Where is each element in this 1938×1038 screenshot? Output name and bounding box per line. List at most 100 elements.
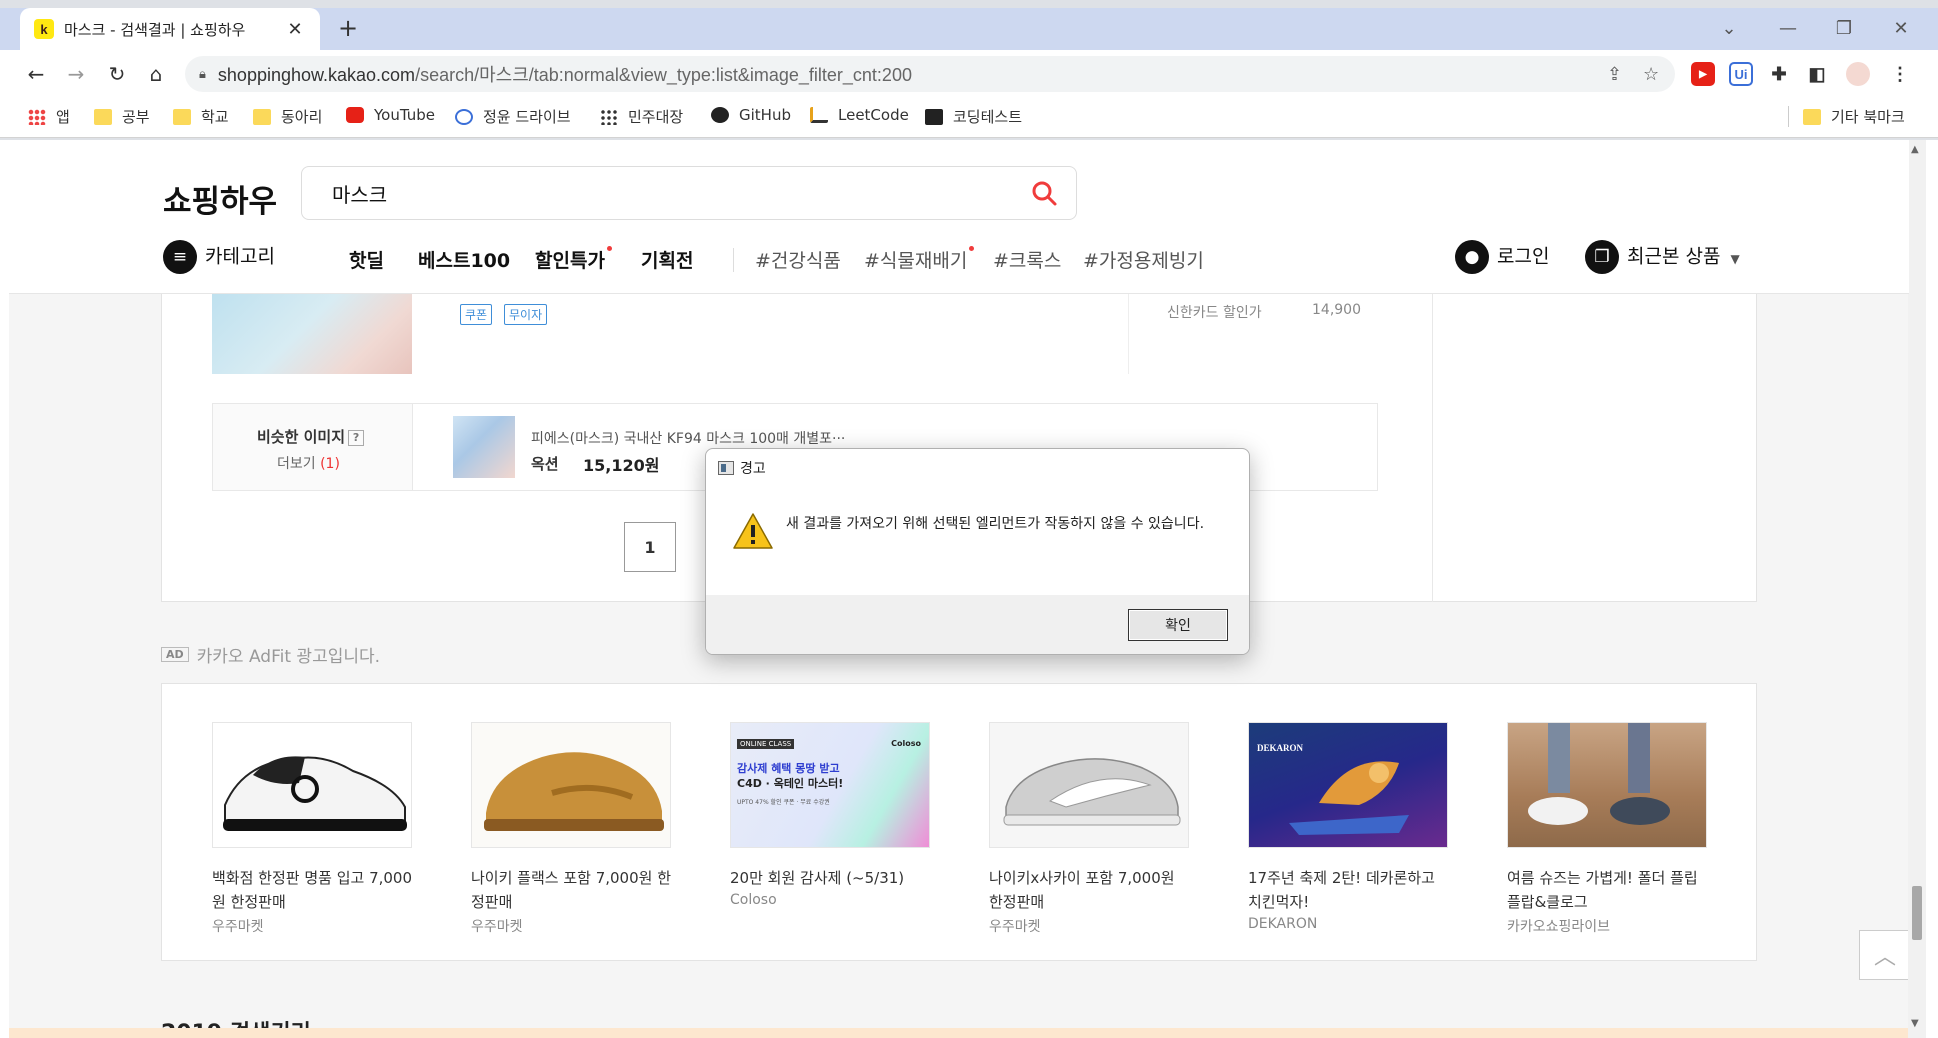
nav-category[interactable]: ≡ 카테고리 [163, 240, 275, 274]
bookmark-label: 민주대장 [628, 108, 684, 126]
nav-tag-crocs[interactable]: #크록스 [993, 246, 1061, 273]
main-nav: ≡ 카테고리 핫딜 베스트100 할인특가 기획전 #건강식품 #식물재배기 #크… [163, 238, 1763, 282]
card-discount-label: 신한카드 할인가 [1167, 305, 1262, 321]
more-label: 더보기 [277, 456, 316, 472]
tab-close-icon[interactable]: ✕ [284, 19, 306, 40]
ad-coloso-badge: ONLINE CLASS [737, 739, 795, 749]
recent-products-button[interactable]: ❐ 최근본 상품 ▼ [1585, 240, 1740, 274]
column-divider [1128, 294, 1129, 374]
ui-extension-icon[interactable]: Ui [1729, 62, 1753, 86]
youtube-extension-icon[interactable]: ▶ [1691, 62, 1715, 86]
ad-item[interactable]: 백화점 한정판 명품 입고 7,000원 한정판매 우주마켓 [212, 722, 412, 936]
folder-icon [253, 108, 271, 125]
url-text: shoppinghow.kakao.com/search/마스크/tab:nor… [218, 61, 912, 87]
similar-images-title: 비슷한 이미지? [257, 426, 365, 447]
share-icon[interactable]: ⇪ [1607, 64, 1622, 85]
nav-special[interactable]: 기획전 [641, 246, 693, 273]
browser-window: k 마스크 - 검색결과 | 쇼핑하우 ✕ + ⌄ — ❐ ✕ ← → ↻ ⌂ … [0, 0, 1938, 1038]
chevron-up-icon: ︿ [1873, 945, 1896, 970]
scroll-top-button[interactable]: ︿ [1859, 930, 1909, 980]
help-icon[interactable]: ? [348, 429, 365, 446]
nav-tag-plant[interactable]: #식물재배기 [864, 246, 975, 273]
ad-item[interactable]: ONLINE CLASS 감사제 혜택 몽땅 받고 C4D · 옥테인 마스터!… [730, 722, 930, 908]
ad-title: 17주년 축제 2탄! 데카론하고 치킨먹자! [1248, 869, 1435, 911]
bookmark-drive[interactable]: 정윤 드라이브 [455, 106, 571, 127]
similar-product-name[interactable]: 피에스(마스크) 국내산 KF94 마스크 100매 개별포··· [531, 428, 845, 448]
bookmark-study[interactable]: 공부 [94, 106, 150, 127]
similar-more-link[interactable]: 더보기 (1) [277, 453, 340, 473]
bookmark-other[interactable]: 기타 북마크 [1788, 106, 1905, 127]
close-window-icon[interactable]: ✕ [1886, 18, 1916, 39]
nav-best100[interactable]: 베스트100 [418, 246, 510, 273]
nav-tag-ice[interactable]: #가정용제빙기 [1083, 246, 1204, 273]
home-icon[interactable]: ⌂ [142, 62, 170, 86]
bookmark-apps[interactable]: 앱 [28, 106, 70, 127]
forward-icon[interactable]: → [62, 62, 90, 86]
tab-search-icon[interactable]: ⌄ [1714, 18, 1744, 39]
youtube-icon [346, 107, 364, 123]
bookmark-github[interactable]: GitHub [711, 106, 791, 124]
bookmark-school[interactable]: 학교 [173, 106, 229, 127]
page-scrollbar[interactable]: ▲ ▼ [1908, 140, 1926, 1038]
nav-tag-plant-label: #식물재배기 [864, 250, 968, 272]
new-tab-button[interactable]: + [333, 14, 363, 42]
bookmark-label: 코딩테스트 [953, 108, 1023, 126]
back-icon[interactable]: ← [22, 62, 50, 86]
site-logo[interactable]: 쇼핑하우 [163, 176, 277, 221]
dialog-message: 새 결과를 가져오기 위해 선택된 엘리먼트가 작동하지 않을 수 있습니다. [786, 516, 1205, 532]
new-dot [606, 246, 612, 251]
ad-coloso-headline-2: C4D · 옥테인 마스터! [737, 777, 844, 790]
reload-icon[interactable]: ↻ [103, 62, 131, 86]
page-1[interactable]: 1 [624, 522, 676, 572]
dots-icon [600, 108, 618, 125]
browser-chrome: k 마스크 - 검색결과 | 쇼핑하우 ✕ + ⌄ — ❐ ✕ ← → ↻ ⌂ … [0, 0, 1938, 140]
similar-product-thumbnail[interactable] [453, 416, 515, 478]
ad-tag: AD [161, 647, 189, 662]
scroll-up-icon[interactable]: ▲ [1911, 144, 1919, 155]
bookmark-minju[interactable]: 민주대장 [600, 106, 683, 127]
url-path: /search/마스크/tab:normal&view_type:list&im… [415, 65, 912, 85]
right-column-divider [1432, 294, 1433, 602]
bookmark-codingtest[interactable]: 코딩테스트 [925, 106, 1022, 127]
nav-hotdeal[interactable]: 핫딜 [349, 246, 384, 273]
profile-avatar-icon[interactable] [1846, 62, 1870, 86]
login-label: 로그인 [1497, 245, 1550, 268]
bookmark-club[interactable]: 동아리 [253, 106, 322, 127]
ad-coloso-headline-1: 감사제 혜택 몽땅 받고 [737, 762, 840, 775]
scroll-down-icon[interactable]: ▼ [1911, 1018, 1919, 1029]
alert-dialog: 경고 새 결과를 가져오기 위해 선택된 엘리먼트가 작동하지 않을 수 있습니… [705, 448, 1250, 655]
restore-icon[interactable]: ❐ [1829, 18, 1859, 39]
url-host: shoppinghow.kakao.com [217, 65, 416, 85]
bookmark-youtube[interactable]: YouTube [346, 106, 435, 124]
coupon-badge: 쿠폰 [460, 304, 493, 325]
nav-tag-health[interactable]: #건강식품 [755, 246, 841, 273]
bottom-band [9, 1028, 1909, 1038]
scrollbar-thumb[interactable] [1912, 886, 1922, 940]
minimize-icon[interactable]: — [1773, 18, 1803, 39]
product-image[interactable] [212, 294, 412, 374]
search-icon[interactable] [1030, 179, 1058, 207]
extensions-puzzle-icon[interactable]: ✚ [1767, 62, 1791, 86]
star-icon[interactable]: ☆ [1643, 64, 1659, 85]
nav-sale[interactable]: 할인특가 [535, 246, 612, 273]
sneaker-illustration [223, 756, 407, 831]
recent-icon: ❐ [1585, 240, 1619, 274]
menu-kebab-icon[interactable]: ⋮ [1888, 62, 1912, 86]
dialog-body: 새 결과를 가져오기 위해 선택된 엘리먼트가 작동하지 않을 수 있습니다. [706, 487, 1249, 595]
ad-coloso-sub: UPTO 47% 할인 쿠폰 · 무료 수강권 [737, 799, 830, 806]
address-bar[interactable]: 🔒︎ shoppinghow.kakao.com/search/마스크/tab:… [185, 56, 1675, 92]
lock-icon[interactable]: 🔒︎ [199, 67, 206, 82]
ad-brand: 우주마켓 [989, 919, 1041, 935]
tab-active[interactable]: k 마스크 - 검색결과 | 쇼핑하우 ✕ [20, 8, 320, 50]
ad-item[interactable]: 여름 슈즈는 가볍게! 폴더 플립플랍&클로그 카카오쇼핑라이브 [1507, 722, 1707, 936]
search-input[interactable]: 마스크 [301, 166, 1077, 220]
tab-strip: k 마스크 - 검색결과 | 쇼핑하우 ✕ + ⌄ — ❐ ✕ [0, 8, 1938, 50]
ad-item[interactable]: 나이키 플랙스 포함 7,000원 한정판매 우주마켓 [471, 722, 671, 936]
bookmarks-bar: 앱 공부 학교 동아리 YouTube 정윤 드라이브 민주대장 GitHub … [0, 100, 1938, 138]
side-panel-icon[interactable]: ◧ [1805, 62, 1829, 86]
ad-item[interactable]: 나이키x사카이 포함 7,000원 한정판매 우주마켓 [989, 722, 1189, 936]
ok-button[interactable]: 확인 [1128, 609, 1228, 641]
login-button[interactable]: ● 로그인 [1455, 240, 1549, 274]
bookmark-leetcode[interactable]: LeetCode [810, 106, 909, 124]
ad-item[interactable]: DEKARON 17주년 축제 2탄! 데카론하고 치킨먹자! DEKARON [1248, 722, 1448, 932]
